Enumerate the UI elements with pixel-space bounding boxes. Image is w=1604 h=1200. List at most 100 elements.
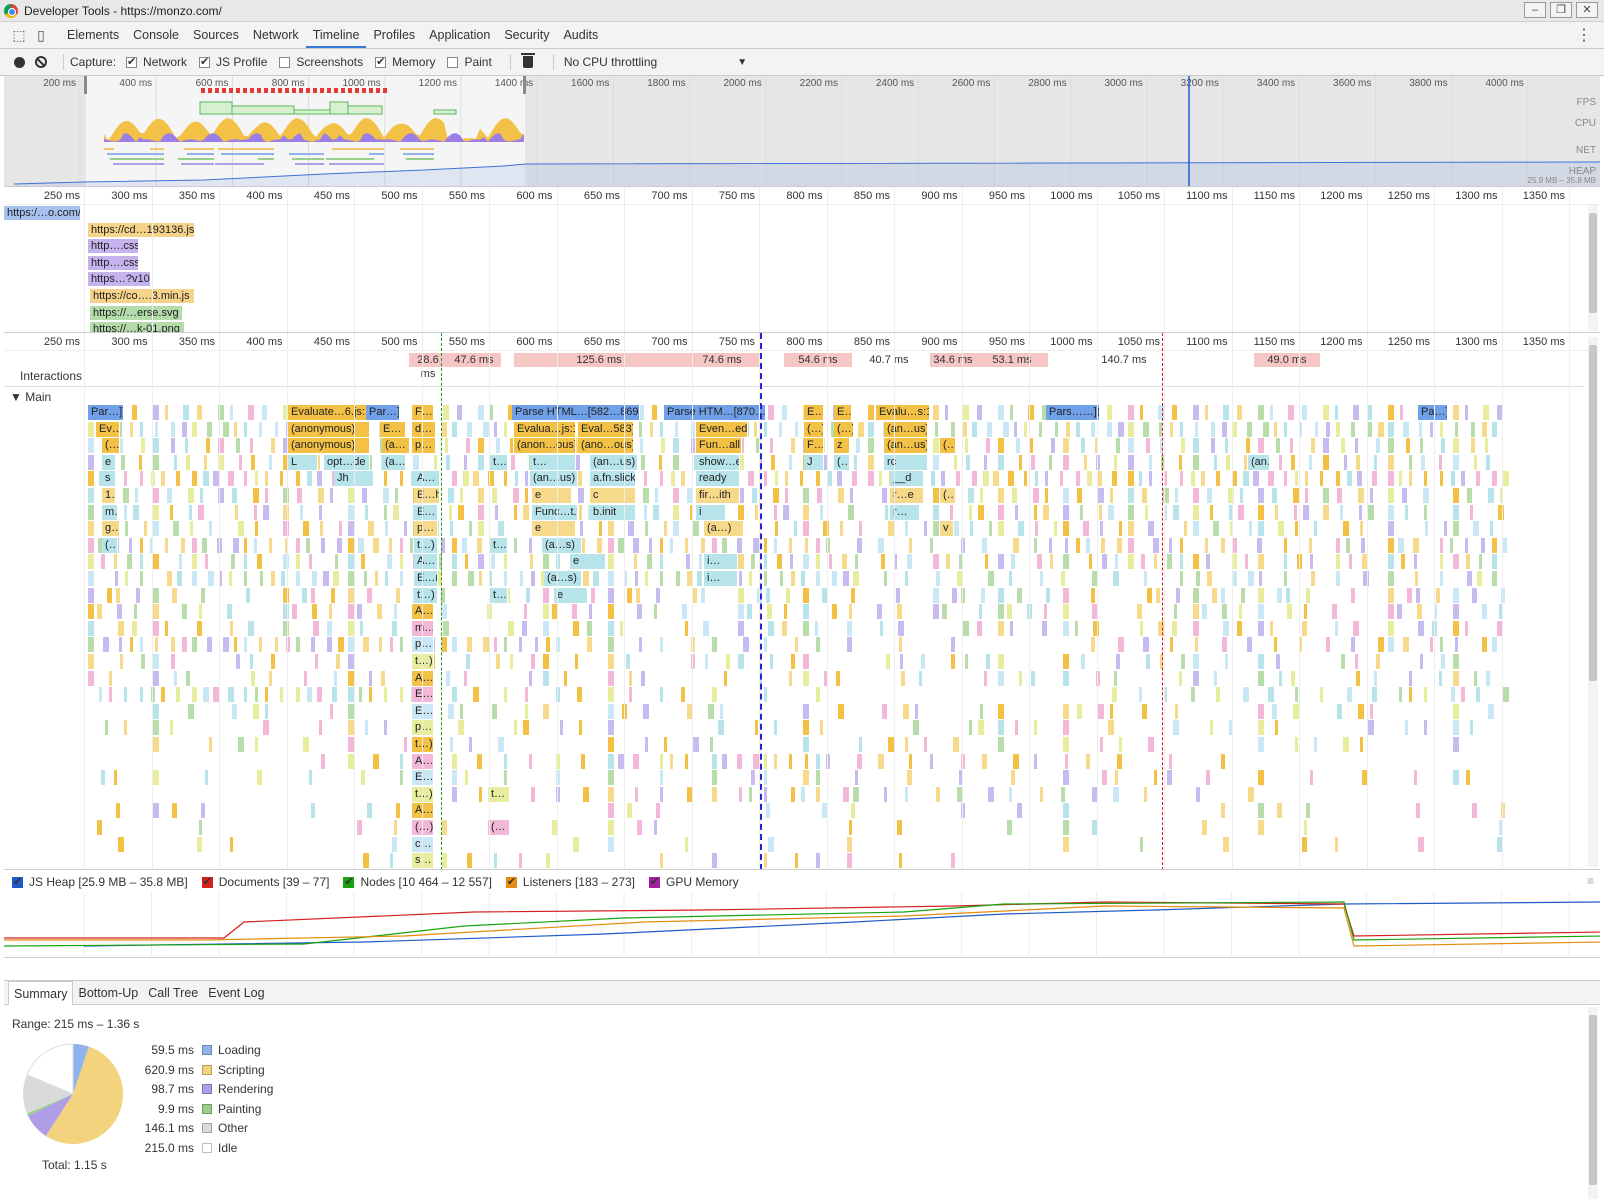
flame-slice[interactable]	[1340, 504, 1344, 520]
flame-slice[interactable]	[637, 604, 643, 620]
flame-slice[interactable]	[490, 405, 494, 420]
flame-slice[interactable]	[1027, 604, 1033, 620]
flame-slice[interactable]	[1091, 421, 1096, 437]
flame-slice[interactable]	[161, 471, 166, 487]
flame-slice[interactable]	[292, 604, 298, 620]
flame-slice[interactable]	[153, 604, 160, 620]
garbage-collect-icon[interactable]	[520, 53, 535, 68]
flame-slice[interactable]	[1305, 488, 1309, 503]
flame-slice[interactable]	[1277, 587, 1283, 603]
flame-slice[interactable]	[593, 571, 600, 586]
flame-call[interactable]: E…	[804, 405, 824, 420]
flame-slice[interactable]	[1086, 537, 1091, 553]
flame-slice[interactable]	[1440, 571, 1444, 586]
flame-slice[interactable]	[452, 637, 458, 653]
flame-slice[interactable]	[307, 687, 313, 703]
flame-slice[interactable]	[1128, 521, 1135, 537]
flame-slice[interactable]	[1270, 620, 1274, 636]
flame-slice[interactable]	[227, 604, 233, 620]
interaction-bar[interactable]: 34.6 ms	[930, 353, 976, 367]
network-request-bar[interactable]: http….css	[88, 255, 138, 270]
flame-slice[interactable]	[442, 421, 448, 437]
flame-slice[interactable]	[1310, 554, 1314, 570]
flame-slice[interactable]	[1193, 521, 1200, 537]
flame-slice[interactable]	[572, 604, 578, 620]
flame-slice[interactable]	[1019, 670, 1023, 686]
flame-slice[interactable]	[1173, 720, 1180, 736]
flame-slice[interactable]	[578, 488, 585, 503]
flame-slice[interactable]	[478, 438, 485, 454]
flame-slice[interactable]	[803, 504, 810, 520]
flame-slice[interactable]	[199, 604, 203, 620]
flame-slice[interactable]	[1030, 438, 1034, 454]
flame-slice[interactable]	[1359, 504, 1363, 520]
flame-slice[interactable]	[1101, 537, 1106, 553]
flame-slice[interactable]	[1310, 770, 1314, 786]
flame-slice[interactable]	[130, 421, 134, 437]
flame-slice[interactable]	[1376, 438, 1381, 454]
flame-slice[interactable]	[909, 537, 913, 553]
flame-slice[interactable]	[445, 438, 449, 454]
flame-slice[interactable]	[232, 488, 238, 503]
flame-slice[interactable]	[1258, 488, 1265, 503]
flame-slice[interactable]	[478, 504, 485, 520]
flame-slice[interactable]	[1343, 521, 1350, 537]
flame-slice[interactable]	[1031, 670, 1036, 686]
flame-slice[interactable]	[915, 703, 919, 719]
flame-call[interactable]: (…)	[834, 454, 850, 470]
flame-slice[interactable]	[135, 488, 139, 503]
flame-slice[interactable]	[1031, 454, 1036, 470]
flame-call[interactable]: Par…])	[366, 405, 400, 420]
flame-slice[interactable]	[525, 488, 529, 503]
flame-slice[interactable]	[263, 720, 270, 736]
flame-slice[interactable]	[230, 620, 234, 636]
flame-slice[interactable]	[543, 620, 550, 636]
flame-slice[interactable]	[192, 471, 198, 487]
flame-slice[interactable]	[945, 405, 949, 420]
flame-slice[interactable]	[1063, 803, 1070, 819]
flame-call[interactable]: (an…us)	[884, 438, 928, 454]
flame-slice[interactable]	[951, 421, 956, 437]
flame-call[interactable]: (…)	[102, 537, 118, 553]
flame-slice[interactable]	[357, 604, 363, 620]
flame-slice[interactable]	[504, 554, 508, 570]
flame-slice[interactable]	[1259, 571, 1263, 586]
flame-slice[interactable]	[265, 488, 269, 503]
flame-slice[interactable]	[1019, 454, 1023, 470]
flame-slice[interactable]	[1419, 421, 1423, 437]
checkbox-checked-icon[interactable]	[505, 875, 517, 888]
flame-slice[interactable]	[319, 504, 323, 520]
flame-slice[interactable]	[907, 770, 913, 786]
flame-slice[interactable]	[641, 454, 646, 470]
flame-slice[interactable]	[1014, 421, 1018, 437]
flame-slice[interactable]	[1326, 637, 1331, 653]
flame-slice[interactable]	[1112, 471, 1118, 487]
flame-slice[interactable]	[265, 687, 269, 703]
flame-slice[interactable]	[1018, 521, 1025, 537]
flame-slice[interactable]	[1473, 521, 1480, 537]
flame-slice[interactable]	[312, 571, 318, 586]
flame-slice[interactable]	[816, 770, 821, 786]
flame-slice[interactable]	[685, 836, 689, 852]
checkbox-checked-icon[interactable]	[12, 875, 23, 888]
flame-slice[interactable]	[849, 604, 853, 620]
flame-slice[interactable]	[1346, 537, 1351, 553]
flame-slice[interactable]	[1013, 753, 1020, 769]
flame-slice[interactable]	[192, 687, 198, 703]
flame-slice[interactable]	[1193, 504, 1200, 520]
flame-slice[interactable]	[627, 587, 633, 603]
flame-slice[interactable]	[1388, 521, 1395, 537]
network-scroll-thumb[interactable]	[1589, 213, 1597, 313]
flame-slice[interactable]	[1034, 753, 1038, 769]
flame-slice[interactable]	[905, 737, 909, 752]
flame-slice[interactable]	[244, 637, 248, 653]
flame-slice[interactable]	[789, 454, 793, 470]
flame-slice[interactable]	[1232, 471, 1238, 487]
flame-slice[interactable]	[88, 537, 95, 553]
flame-slice[interactable]	[855, 554, 859, 570]
flame-slice[interactable]	[954, 454, 958, 470]
flame-slice[interactable]	[172, 587, 178, 603]
flame-slice[interactable]	[712, 770, 718, 786]
flame-slice[interactable]	[1039, 421, 1043, 437]
flame-slice[interactable]	[984, 670, 988, 686]
